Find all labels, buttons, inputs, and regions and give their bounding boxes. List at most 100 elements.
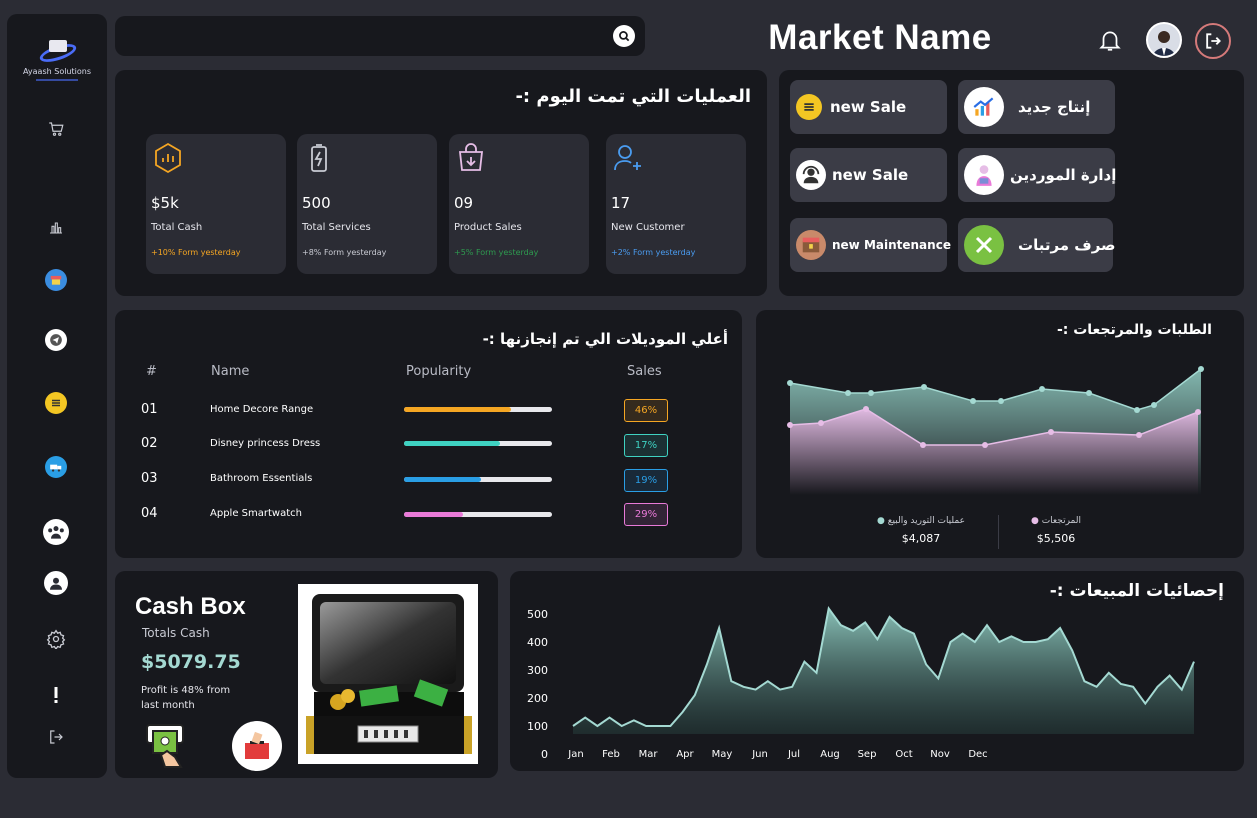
search-bar	[115, 16, 645, 56]
market-name-title: Market Name	[768, 18, 992, 57]
maintenance-icon	[796, 230, 826, 260]
search-input[interactable]	[115, 16, 595, 56]
logo-text: Ayaash Solutions	[22, 67, 91, 76]
sales-badge: 29%	[624, 503, 668, 526]
popularity-bar	[404, 477, 552, 482]
card-label: Total Services	[302, 222, 371, 233]
card-value: 17	[611, 194, 631, 212]
returns-series-point	[1048, 429, 1054, 435]
popularity-fill	[404, 407, 511, 412]
delivery-truck-icon[interactable]	[43, 454, 69, 480]
new-sale-support-button[interactable]: new Sale	[790, 148, 947, 202]
x-tick-label: Jul	[787, 749, 800, 760]
y-tick-label: 0	[541, 748, 548, 761]
supplier-management-button[interactable]: إدارة الموردين	[958, 148, 1116, 202]
action-label: إنتاج جديد	[1018, 98, 1091, 116]
company-logo[interactable]: Ayaash Solutions	[19, 38, 95, 81]
popularity-fill	[404, 441, 501, 446]
orders-series-point	[970, 398, 976, 404]
legend-label: ● عمليات التوريد والبيع	[877, 516, 965, 526]
battery-charge-icon	[303, 142, 335, 174]
bell-icon[interactable]	[1097, 27, 1123, 57]
row-number: 04	[141, 506, 158, 521]
returns-series-point	[1136, 432, 1142, 438]
logout-icon[interactable]	[43, 724, 69, 750]
sales-stats-panel: إحصائيات المبيعات :- 0 100 200 300 400 500 Jan…	[510, 571, 1244, 771]
x-tick-label: May	[712, 749, 733, 760]
avatar[interactable]	[1146, 22, 1182, 58]
x-tick-label: Jan	[567, 749, 583, 760]
stat-card-product-sales[interactable]: 09 Product Sales +5% Form yesterday	[449, 134, 589, 274]
y-tick-label: 500	[527, 608, 548, 621]
stat-card-total-cash[interactable]: $5k Total Cash +10% Form yesterday	[146, 134, 286, 274]
quick-actions-panel: new Sale إنتاج جديد new Sale إدارة المور…	[779, 70, 1244, 296]
sales-badge: 46%	[624, 399, 668, 422]
ballot-box-icon[interactable]	[232, 721, 282, 771]
x-tick-label: Dec	[968, 749, 987, 760]
support-icon	[796, 160, 826, 190]
row-name: Home Decore Range	[210, 404, 314, 415]
sales-area-chart: 0 100 200 300 400 500 Jan Feb Mar Apr May Jun Jul Aug…	[527, 605, 1195, 761]
action-label: new Sale	[830, 98, 907, 116]
card-change: +2% Form yesterday	[611, 248, 696, 257]
row-name: Disney princess Dress	[210, 438, 321, 449]
shopping-bag-icon	[455, 142, 487, 174]
bar-chart-icon[interactable]	[43, 214, 69, 240]
operations-title: العمليات التي تمت اليوم :-	[515, 86, 751, 107]
column-header: Popularity	[406, 364, 472, 379]
new-production-button[interactable]: إنتاج جديد	[958, 80, 1115, 134]
logout-button[interactable]	[1195, 23, 1231, 59]
stat-card-total-services[interactable]: 500 Total Services +8% Form yesterday	[297, 134, 437, 274]
user-icon[interactable]	[43, 570, 69, 596]
team-icon[interactable]	[43, 519, 69, 545]
new-maintenance-button[interactable]: new Maintenance	[790, 218, 951, 272]
orders-series-point	[787, 380, 793, 386]
orders-series-point	[1198, 366, 1204, 372]
cash-box-value: $5079.75	[141, 651, 241, 673]
returns-series-point	[920, 442, 926, 448]
sales-badge: 19%	[624, 469, 668, 492]
popularity-bar	[404, 441, 552, 446]
orders-series-point	[921, 384, 927, 390]
money-case-image	[298, 584, 478, 764]
popularity-fill	[404, 512, 464, 517]
orders-series-point	[1086, 390, 1092, 396]
store-icon[interactable]	[43, 267, 69, 293]
row-number: 01	[141, 402, 158, 417]
atm-cash-icon[interactable]	[145, 721, 189, 773]
salary-payment-button[interactable]: صرف مرتبات	[958, 218, 1116, 272]
search-icon[interactable]	[613, 25, 635, 47]
cash-box-panel: Cash Box Totals Cash $5079.75 Profit is …	[115, 571, 498, 778]
returns-series-point	[1195, 409, 1201, 415]
legend-label: ● المرتجعات	[1030, 516, 1081, 526]
bar-chart-icon	[152, 142, 184, 174]
cart-icon[interactable]	[43, 116, 69, 142]
action-label: new Maintenance	[832, 238, 951, 252]
returns-series-point	[818, 420, 824, 426]
x-tick-label: Feb	[602, 749, 620, 760]
card-value: 09	[454, 194, 474, 212]
row-number: 03	[141, 471, 158, 486]
alert-icon[interactable]	[43, 682, 69, 708]
y-tick-label: 400	[527, 636, 548, 649]
action-label: new Sale	[832, 166, 909, 184]
sale-icon	[796, 94, 822, 120]
logo-mark-icon	[37, 38, 79, 66]
cash-box-profit: Profit is 48% from last month	[141, 685, 231, 711]
y-tick-label: 100	[527, 720, 548, 733]
popularity-bar	[404, 512, 552, 517]
today-operations-panel: العمليات التي تمت اليوم :- $5k Total Cas…	[115, 70, 767, 296]
column-header: #	[146, 364, 157, 379]
sale-icon[interactable]	[43, 390, 69, 416]
card-value: $5k	[151, 194, 179, 212]
telegram-icon[interactable]	[43, 327, 69, 353]
stat-card-new-customer[interactable]: 17 New Customer +2% Form yesterday	[606, 134, 746, 274]
new-sale-button[interactable]: new Sale	[790, 80, 947, 134]
row-name: Apple Smartwatch	[210, 508, 302, 519]
orders-returns-chart	[787, 366, 1204, 495]
add-user-icon	[612, 142, 644, 174]
card-label: Product Sales	[454, 222, 522, 233]
settings-icon[interactable]	[43, 626, 69, 652]
orders-returns-panel: الطلبات والمرتجعات :- ● عمليات التوريد و…	[756, 310, 1244, 558]
card-change: +5% Form yesterday	[454, 248, 539, 257]
